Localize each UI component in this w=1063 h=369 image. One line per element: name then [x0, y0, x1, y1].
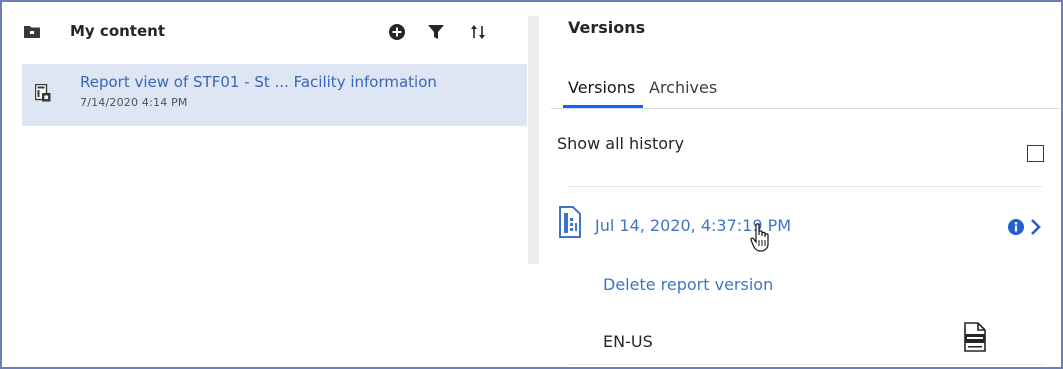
output-language: EN-US: [603, 332, 653, 351]
chevron-right-icon[interactable]: [1030, 218, 1042, 236]
panel-divider[interactable]: [528, 16, 539, 264]
tab-archives[interactable]: Archives: [649, 78, 717, 97]
report-view-icon: [35, 84, 51, 102]
add-circle-icon[interactable]: [388, 23, 406, 41]
html-file-icon[interactable]: [964, 322, 986, 352]
folder-icon: [24, 26, 40, 38]
report-document-icon: [559, 206, 581, 238]
my-content-title: My content: [70, 22, 165, 40]
content-item-date: 7/14/2020 4:14 PM: [80, 96, 188, 109]
content-item-title[interactable]: Report view of STF01 - St ... Facility i…: [80, 73, 437, 91]
versions-tabs: Versions Archives: [551, 66, 1060, 109]
delete-report-version-link[interactable]: Delete report version: [603, 275, 773, 294]
sort-icon[interactable]: [469, 23, 487, 41]
filter-icon[interactable]: [427, 23, 445, 41]
hand-cursor-icon: [750, 223, 769, 252]
active-tab-indicator: [563, 105, 643, 108]
my-content-panel: My content Report view of STF01 - St ...…: [10, 4, 528, 367]
content-list-item[interactable]: Report view of STF01 - St ... Facility i…: [22, 64, 527, 126]
row-divider: [568, 364, 1043, 365]
tab-versions[interactable]: Versions: [568, 78, 635, 97]
row-divider: [568, 186, 1043, 187]
versions-panel: Versions Versions Archives Show all hist…: [539, 4, 1060, 367]
show-all-history-checkbox[interactable]: [1027, 145, 1044, 162]
my-content-header: My content: [10, 4, 528, 58]
show-all-history-label: Show all history: [557, 134, 685, 153]
info-icon[interactable]: [1008, 219, 1024, 235]
versions-panel-title: Versions: [568, 18, 646, 37]
